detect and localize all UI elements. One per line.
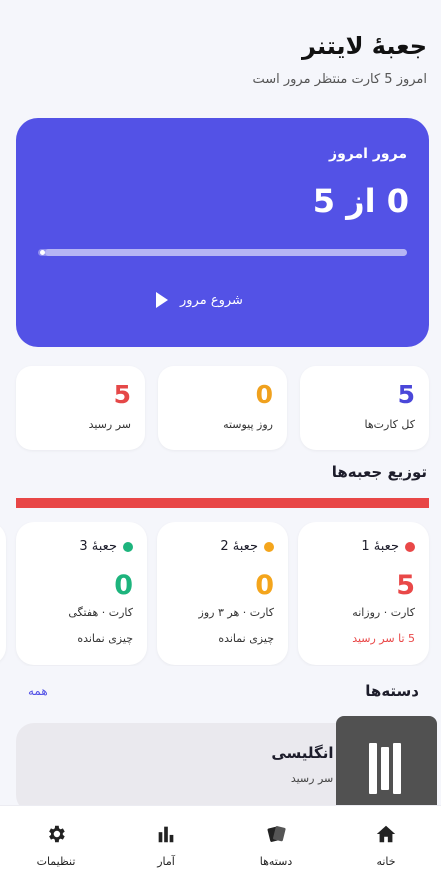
stat-label: سر رسید xyxy=(88,418,131,431)
box-card-3[interactable]: جعبهٔ 3 0 کارت · هفتگی چیزی نمانده xyxy=(16,522,147,665)
box-header: جعبهٔ 1 xyxy=(361,539,415,554)
box-count: 0 xyxy=(255,570,274,601)
nav-label: دسته‌ها xyxy=(259,855,293,868)
box-due: چیزی نمانده xyxy=(218,632,274,645)
stats-row: 5 کل کارت‌ها 0 روز پیوسته 5 سر رسید xyxy=(16,366,429,450)
stat-value: 5 xyxy=(113,380,131,409)
box-distribution-title: توزیع جعبه‌ها xyxy=(331,463,427,481)
nav-stats[interactable]: آمار xyxy=(111,806,221,874)
stat-label: کل کارت‌ها xyxy=(364,418,415,431)
box-name: جعبهٔ 3 xyxy=(79,539,117,554)
box-card-2[interactable]: جعبهٔ 2 0 کارت · هر ۳ روز چیزی نمانده xyxy=(157,522,288,665)
box-due: چیزی نمانده xyxy=(77,632,133,645)
review-progress-fill xyxy=(45,249,407,256)
stat-value: 5 xyxy=(397,380,415,409)
box-color-dot xyxy=(264,541,274,552)
stat-value: 0 xyxy=(255,380,273,409)
box-header: جعبهٔ 3 xyxy=(79,539,133,554)
nav-settings[interactable]: تنظیمات xyxy=(1,806,111,874)
box-interval: کارت · هر ۳ روز xyxy=(198,606,274,619)
decks-header: دسته‌ها همه xyxy=(28,682,419,702)
stat-due: 5 سر رسید xyxy=(16,366,145,450)
see-all-link[interactable]: همه xyxy=(28,684,48,698)
decks-title: دسته‌ها xyxy=(365,682,419,700)
stat-streak: 0 روز پیوسته xyxy=(158,366,287,450)
today-review-card: مرور امروز 0 از 5 شروع مرور xyxy=(16,118,429,347)
page-header: جعبهٔ لایتنر امروز 5 کارت منتظر مرور است xyxy=(14,32,427,87)
review-title: مرور امروز xyxy=(329,146,407,162)
box-interval: کارت · هفتگی xyxy=(68,606,133,619)
nav-label: آمار xyxy=(157,855,175,868)
box-name: جعبهٔ 1 xyxy=(361,539,399,554)
start-review-button[interactable]: شروع مرور xyxy=(156,288,243,312)
gear-icon xyxy=(49,825,65,843)
box-card-1[interactable]: جعبهٔ 1 5 کارت · روزانه 5 تا سر رسید xyxy=(298,522,429,665)
stat-total-cards: 5 کل کارت‌ها xyxy=(300,366,429,450)
box-header: جعبهٔ 2 xyxy=(220,539,274,554)
fast-scroll-thumb[interactable] xyxy=(336,716,437,819)
box-name: جعبهٔ 2 xyxy=(220,539,258,554)
review-progress-bar xyxy=(38,249,407,256)
box-due: 5 تا سر رسید xyxy=(352,632,415,645)
stat-label: روز پیوسته xyxy=(223,418,273,431)
start-review-label: شروع مرور xyxy=(180,292,243,308)
box-count: 5 xyxy=(396,570,415,601)
boxes-carousel[interactable]: جعبهٔ 1 5 کارت · روزانه 5 تا سر رسید جعب… xyxy=(0,522,441,666)
box-count: 0 xyxy=(114,570,133,601)
box-interval: کارت · روزانه xyxy=(352,606,415,619)
scroll-handle-icon xyxy=(369,743,401,794)
nav-decks[interactable]: دسته‌ها xyxy=(221,806,331,874)
play-icon xyxy=(156,292,168,308)
app-subtitle: امروز 5 کارت منتظر مرور است xyxy=(252,72,427,87)
nav-label: تنظیمات xyxy=(36,855,76,868)
box-card-peek[interactable] xyxy=(0,522,6,665)
review-count: 0 از 5 xyxy=(312,182,409,220)
box-color-dot xyxy=(123,541,133,552)
cards-icon xyxy=(267,826,286,842)
app-title: جعبهٔ لایتنر xyxy=(302,32,427,60)
home-icon xyxy=(376,825,396,843)
box-color-dot xyxy=(405,541,415,552)
bar-chart-icon xyxy=(158,826,174,843)
nav-label: خانه xyxy=(376,855,396,868)
progress-end-dot xyxy=(40,250,45,255)
distribution-bar xyxy=(16,498,429,508)
nav-home[interactable]: خانه xyxy=(331,806,441,874)
bottom-navigation: خانه دسته‌ها آمار تنظیمات xyxy=(0,805,441,874)
